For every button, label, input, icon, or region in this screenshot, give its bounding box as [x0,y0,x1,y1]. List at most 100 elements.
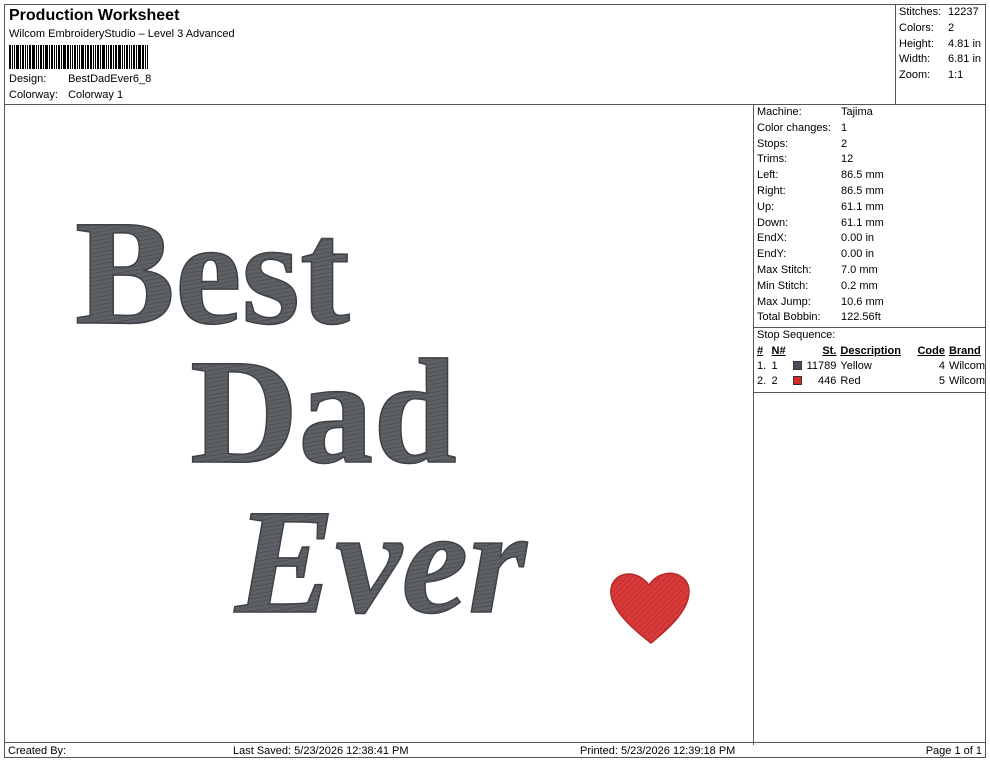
barcode-bar [90,45,92,69]
stat-row: Zoom: 1:1 [896,68,985,84]
barcode-bar [72,45,73,69]
stat-value: 12237 [948,6,979,18]
info-value: 61.1 mm [841,216,884,229]
stat-label: Zoom: [899,69,931,82]
info-row: Max Stitch: 7.0 mm [754,263,985,279]
info-label: Right: [757,184,786,197]
info-label: EndX: [757,232,787,245]
color-swatch-cell [792,358,805,373]
info-row: Down: 61.1 mm [754,216,985,232]
barcode-bar [87,45,89,69]
page-title: Production Worksheet [9,7,180,24]
thread-brand: Wilcom [948,359,985,372]
barcode [9,45,211,69]
info-value: Tajima [841,106,873,118]
barcode-bar [49,45,50,69]
info-row: Left: 86.5 mm [754,168,985,184]
barcode-bar [118,45,121,69]
barcode-bar [74,45,76,69]
color-code: 4 [938,359,945,372]
barcode-bar [108,45,109,69]
needle-num: 2 [771,374,778,387]
colorway-value: Colorway 1 [68,89,124,101]
info-value: 0.00 in [841,248,875,261]
barcode-bar [38,45,39,69]
barcode-bar [36,45,37,69]
barcode-bar [113,45,114,69]
info-row: EndY: 0.00 in [754,247,985,263]
info-row: Machine: Tajima [754,105,985,121]
barcode-bar [136,45,137,69]
stat-value: 4.81 in [948,37,982,50]
info-row: Min Stitch: 0.2 mm [754,279,985,295]
machine-info-panel: Machine: Tajima Color changes: 1 Stops: 2 T… [753,105,985,745]
printed-date: Printed: 5/23/2026 12:39:18 PM [580,745,736,757]
stop-sequence-table: # N# St. Description Code Brand 1. 1 117… [757,343,985,388]
barcode-bar [20,45,21,69]
barcode-bar [9,45,11,69]
col-header: Brand [948,344,981,357]
barcode-bar [61,45,62,69]
design-row: Design: BestDadEver6_8 [9,73,151,85]
col-header: Description [840,344,901,357]
design-stats: Stitches: 12237 Colors: 2 Height: 4.81 in W… [895,5,985,105]
needle-num: 1 [771,359,778,372]
design-preview: Best Dad Ever [65,189,705,655]
info-row: Right: 86.5 mm [754,184,985,200]
row-num: 2. [757,374,767,387]
design-value: BestDadEver6_8 [68,73,152,85]
row-num: 1. [757,359,767,372]
barcode-bar [122,45,123,69]
barcode-bar [115,45,117,69]
col-header: N# [771,344,786,357]
table-header-row: # N# St. Description Code Brand [757,343,985,358]
barcode-bar [14,45,15,69]
barcode-bar [93,45,94,69]
created-by: Created By: [8,745,67,757]
barcode-bar [95,45,96,69]
barcode-bar [106,45,107,69]
barcode-bar [79,45,80,69]
barcode-bar [145,45,146,69]
color-swatch [792,376,802,386]
stat-row: Height: 4.81 in [896,37,985,53]
col-header: Code [917,344,945,357]
info-label: Color changes: [757,121,831,134]
barcode-bar [142,45,144,69]
info-value: 2 [841,137,848,150]
barcode-bar [58,45,60,69]
info-label: Down: [757,216,789,229]
col-header: # [757,344,764,357]
info-value: 86.5 mm [841,169,884,182]
info-value: 12 [841,153,854,166]
stat-value: 2 [948,21,955,34]
stat-row: Width: 6.81 in [896,52,985,68]
color-description: Red [840,374,861,387]
worksheet-header: Production Worksheet Wilcom EmbroiderySt… [5,5,895,105]
info-value: 0.2 mm [841,279,878,292]
heart-icon [610,572,690,644]
barcode-bar [40,45,42,69]
info-label: Trims: [757,153,788,166]
barcode-bar [126,45,128,69]
color-description: Yellow [840,359,872,372]
info-label: Min Stitch: [757,279,809,292]
info-row: Total Bobbin: 122.56ft [754,310,985,326]
thread-brand: Wilcom [948,374,985,387]
table-row: 1. 1 11789 Yellow 4 Wilcom [757,358,985,373]
design-label: Design: [9,73,47,85]
barcode-bar [129,45,130,69]
barcode-bar [100,45,101,69]
stat-value: 1:1 [948,69,964,82]
barcode-bar [16,45,19,69]
barcode-bar [51,45,53,69]
software-name: Wilcom EmbroideryStudio – Level 3 Advanc… [9,28,235,40]
barcode-bar [81,45,84,69]
barcode-bar [110,45,112,69]
info-row: Up: 61.1 mm [754,200,985,216]
info-row: Trims: 12 [754,152,985,168]
info-label: Left: [757,169,779,182]
barcode-bar [138,45,141,69]
barcode-bar [85,45,86,69]
info-label: EndY: [757,248,787,261]
